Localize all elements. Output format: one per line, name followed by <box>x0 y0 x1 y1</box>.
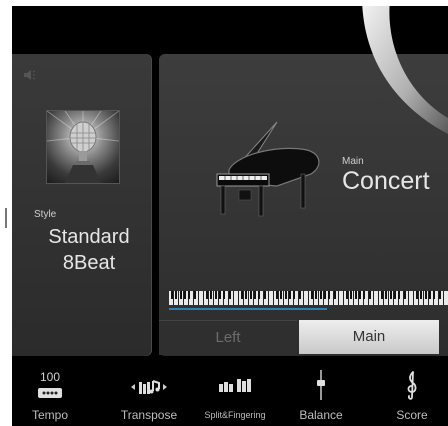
balance-label: Balance <box>299 408 343 422</box>
instrument-screen: Style Standard 8Beat Main Concert Left M… <box>12 6 448 426</box>
keyboard-strip <box>169 291 448 305</box>
transpose-button[interactable]: Transpose <box>110 358 188 426</box>
speaker-icon <box>24 70 36 80</box>
tab-main[interactable]: Main <box>299 320 439 354</box>
microphone-image <box>46 110 120 184</box>
keyboard-range-line <box>169 308 327 310</box>
tempo-value: 100 <box>39 370 61 384</box>
grand-piano-image <box>216 121 320 217</box>
split-fingering-button[interactable]: Split&Fingering <box>194 358 276 426</box>
tab-left[interactable]: Left <box>159 320 297 355</box>
style-name-line2: 8Beat <box>62 252 116 274</box>
tempo-icon <box>38 388 62 398</box>
split-fingering-icon <box>219 379 251 392</box>
balance-button[interactable]: Balance <box>288 358 354 426</box>
treble-clef-icon <box>407 371 417 400</box>
voice-name: Concert <box>342 167 430 195</box>
style-label: Style <box>34 209 57 220</box>
main-voice-panel[interactable]: Main Concert Left Main <box>159 54 448 356</box>
split-fingering-label: Split&Fingering <box>204 410 266 420</box>
tempo-button[interactable]: 100 Tempo <box>22 358 78 426</box>
voice-part-label: Main <box>342 156 364 167</box>
function-bar: 100 Tempo Transpose Split&Fingering Bala… <box>12 358 448 426</box>
window-edge-marker <box>5 208 7 228</box>
transpose-icon <box>131 380 167 394</box>
tempo-label: Tempo <box>31 408 69 422</box>
score-label: Score <box>396 408 428 422</box>
transpose-label: Transpose <box>120 408 178 422</box>
balance-icon <box>317 370 325 400</box>
style-name-line1: Standard <box>48 226 130 248</box>
style-name: Standard 8Beat <box>34 224 144 276</box>
score-button[interactable]: Score <box>382 358 442 426</box>
style-panel[interactable]: Style Standard 8Beat <box>12 54 152 356</box>
